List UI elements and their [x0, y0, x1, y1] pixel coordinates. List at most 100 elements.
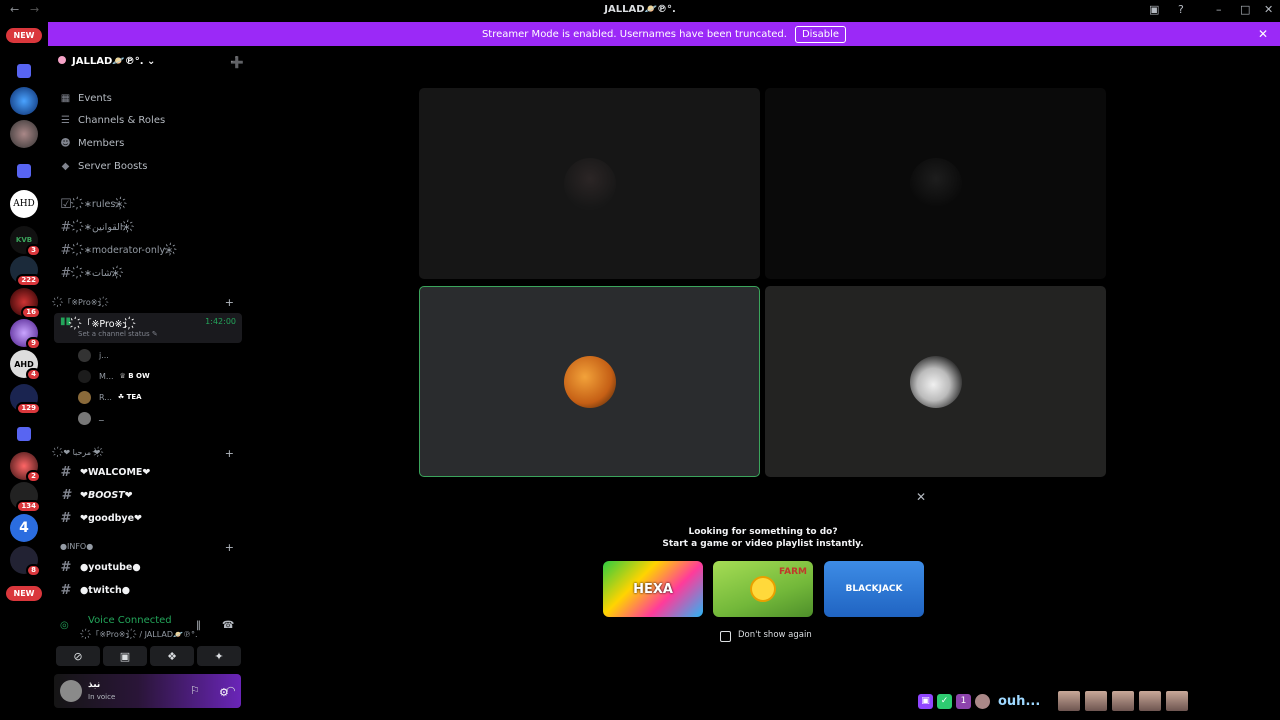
server-folder-icon[interactable] [17, 427, 31, 441]
popup-title: Looking for something to do? [688, 527, 838, 537]
voice-connected-channel[interactable]: ҉「※Pro※」҉ / JALLAD🪐℗°. [88, 629, 198, 640]
server-icon[interactable]: 8 [10, 546, 41, 577]
webcam-frame [1166, 691, 1189, 711]
add-channel-icon[interactable]: + [225, 447, 234, 460]
banner-close-icon[interactable]: ✕ [1258, 27, 1268, 41]
server-flower-icon [58, 56, 66, 64]
category-label: ҉「※Pro※」҉ [60, 298, 109, 307]
dont-show-again-checkbox[interactable] [720, 631, 731, 642]
close-icon[interactable]: ✕ [916, 490, 926, 504]
channel-twitch[interactable]: # ●twitch● [60, 581, 242, 599]
server-icon[interactable]: 222 [10, 256, 41, 287]
add-channel-icon[interactable]: + [225, 541, 234, 554]
participant-tile-speaking[interactable] [419, 286, 760, 477]
server-icon[interactable]: 4 [10, 514, 38, 542]
avatar[interactable] [60, 680, 82, 702]
game-hexa-card[interactable]: HEXA [603, 561, 703, 617]
channel-laws[interactable]: #҉∗القوانين∗҉ [60, 218, 242, 236]
game-title: HEXA [633, 581, 673, 597]
nav-server-boosts[interactable]: ◆ Server Boosts [60, 157, 148, 175]
server-icon[interactable] [10, 120, 38, 148]
voice-user-name: R... [99, 392, 112, 402]
voice-user-name: j... [99, 350, 109, 360]
participant-tile[interactable] [765, 88, 1106, 279]
game-blackjack-card[interactable]: BLACKJACK [824, 561, 924, 617]
add-channel-icon[interactable]: + [225, 296, 234, 309]
speaker-icon: ▮▮ [60, 316, 72, 327]
overlay-text: ouh... [998, 693, 1041, 709]
voice-user[interactable]: j... [78, 347, 109, 363]
server-icon-ahd-2[interactable]: AHD 4 [10, 350, 41, 381]
user-name: نبذ [88, 680, 101, 690]
signal-icon[interactable]: ◎ [60, 620, 69, 631]
server-folder-icon[interactable] [17, 64, 31, 78]
server-icon[interactable]: 134 [10, 482, 41, 513]
nav-label: Events [78, 92, 112, 104]
hash-icon: # [60, 242, 72, 258]
avatar [78, 390, 91, 404]
channel-moderator-only[interactable]: #҉∗moderator-only∗҉ [60, 241, 242, 259]
invite-icon[interactable]: ➕ [230, 56, 244, 69]
gear-icon[interactable]: ⚙ [219, 686, 229, 699]
channel-welcome[interactable]: # ❤WALCOME❤ [60, 463, 242, 481]
channel-youtube[interactable]: # ●youtube● [60, 558, 242, 576]
minimize-icon[interactable]: – [1216, 3, 1222, 16]
activities-icon[interactable]: ❖ [150, 646, 194, 666]
user-status: In voice [88, 693, 116, 701]
server-icon[interactable]: 9 [10, 319, 41, 350]
server-header[interactable]: JALLAD🪐℗°. ⌄ ➕ [58, 56, 244, 72]
camera-off-icon[interactable]: ⊘ [56, 646, 100, 666]
maximize-icon[interactable]: □ [1240, 3, 1250, 16]
game-farm-card[interactable]: FARM [713, 561, 813, 617]
close-icon[interactable]: ✕ [1264, 3, 1273, 16]
category-pro[interactable]: ҉「※Pro※」҉ + [60, 296, 242, 311]
soundboard-icon[interactable]: ✦ [197, 646, 241, 666]
participant-tile[interactable] [419, 88, 760, 279]
avatar-icon [975, 693, 990, 709]
participant-tile[interactable] [765, 286, 1106, 477]
voice-stage: ✕ Looking for something to do? Start a g… [247, 46, 1280, 720]
nav-channels-roles[interactable]: ☰ Channels & Roles [60, 111, 165, 129]
channel-goodbye[interactable]: # ❤goodbye❤ [60, 509, 242, 527]
channel-rules[interactable]: ☑҉∗rules∗҉ [60, 195, 242, 213]
unread-badge: 8 [26, 564, 41, 577]
screen-share-icon[interactable]: ▣ [103, 646, 147, 666]
server-icon[interactable]: 2 [10, 452, 41, 483]
server-icon[interactable] [10, 87, 38, 115]
hash-icon: # [60, 219, 72, 235]
unread-badge: 134 [16, 500, 41, 513]
streamer-mode-banner: Streamer Mode is enabled. Usernames have… [48, 22, 1280, 46]
voice-user[interactable]: R... ☘ TEA [78, 389, 142, 405]
voice-channel-pro[interactable]: ▮▮ ҉「※Pro※」҉ 1:42:00 Set a channel statu… [54, 313, 242, 343]
disconnect-icon[interactable]: ☎ [222, 620, 234, 631]
dont-show-again-label[interactable]: Don't show again [738, 630, 812, 640]
server-icon[interactable]: 16 [10, 288, 41, 319]
webcam-frame [1139, 691, 1162, 711]
inbox-icon[interactable]: ▣ [1149, 3, 1159, 16]
microphone-icon[interactable]: ⚐ [190, 684, 200, 697]
channel-chat[interactable]: #҉∗شات∗҉ [60, 264, 242, 282]
channel-name: ҉∗القوانين∗҉ [80, 221, 135, 233]
nav-events[interactable]: ▦ Events [60, 89, 112, 107]
server-folder-icon[interactable] [17, 164, 31, 178]
voice-user[interactable]: ــ [78, 410, 104, 426]
nav-members[interactable]: ☻ Members [60, 134, 124, 152]
nav-label: Server Boosts [78, 160, 148, 172]
category-welcome[interactable]: ҉❤ مرحبا ❤҉ + [60, 447, 242, 462]
server-icon-ahd[interactable]: AHD [10, 190, 38, 218]
popup-subtitle: Start a game or video playlist instantly… [662, 539, 864, 549]
noise-suppression-icon[interactable]: ‖ [196, 620, 201, 631]
disable-button[interactable]: Disable [794, 25, 847, 43]
user-panel: نبذ In voice ⚐ ◠ [54, 674, 241, 708]
server-icon[interactable]: 129 [10, 384, 41, 415]
game-title: BLACKJACK [845, 584, 903, 594]
channel-status[interactable]: Set a channel status ✎ [78, 330, 158, 338]
server-icon-kvb[interactable]: KVB 3 [10, 226, 41, 257]
new-unreads-pill[interactable]: NEW [6, 586, 42, 601]
category-info[interactable]: ●INFO● + [60, 541, 242, 556]
new-unreads-pill[interactable]: NEW [6, 28, 42, 43]
help-icon[interactable]: ? [1178, 3, 1184, 16]
avatar [563, 157, 616, 210]
voice-user[interactable]: M... ♕ B OW [78, 368, 150, 384]
channel-boost[interactable]: # ❤BOOST❤ [60, 486, 242, 504]
